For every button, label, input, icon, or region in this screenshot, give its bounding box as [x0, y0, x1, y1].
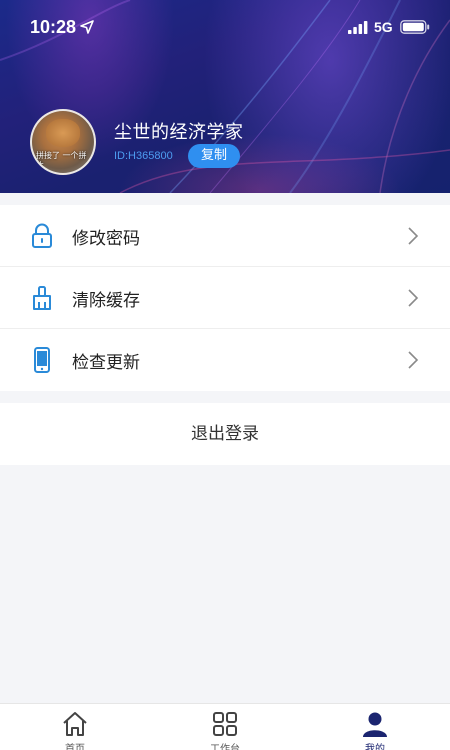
tab-mine[interactable]: 我的	[300, 704, 450, 750]
avatar[interactable]: 拼接了 一个拼片	[30, 109, 96, 175]
menu-item-label: 检查更新	[72, 353, 140, 373]
menu-item-label: 清除缓存	[72, 291, 140, 311]
chevron-right-icon	[408, 351, 419, 369]
chevron-right-icon	[408, 289, 419, 307]
avatar-caption: 拼接了 一个拼片	[36, 151, 87, 170]
phone-icon	[34, 347, 50, 373]
copy-id-button[interactable]: 复制	[188, 144, 240, 168]
grid-icon	[213, 712, 237, 736]
tab-label: 首页	[65, 744, 85, 750]
menu-item-label: 修改密码	[72, 229, 140, 249]
chevron-right-icon	[408, 227, 419, 245]
user-icon	[363, 712, 387, 737]
tab-label: 我的	[365, 744, 385, 750]
menu-item-check-update[interactable]: 检查更新	[0, 329, 450, 391]
battery-icon	[400, 20, 430, 34]
signal-icon	[348, 21, 368, 34]
bottom-tab-bar: 首页 工作台 我的	[0, 703, 450, 750]
location-arrow-icon	[80, 20, 94, 34]
status-time: 10:28	[30, 17, 77, 37]
status-bar: 10:28 5G	[0, 0, 450, 56]
brush-icon	[33, 286, 51, 310]
network-type: 5G	[374, 19, 393, 35]
user-id: ID:H365800	[114, 150, 173, 162]
settings-menu: 修改密码 清除缓存 检查更新	[0, 205, 450, 391]
profile-header: 10:28 5G 拼接了 一个拼片 尘世的经济学家 ID:H365800 复制	[0, 0, 450, 193]
tab-home[interactable]: 首页	[0, 704, 150, 750]
tab-label: 工作台	[210, 744, 240, 750]
menu-item-clear-cache[interactable]: 清除缓存	[0, 267, 450, 329]
username: 尘世的经济学家	[114, 122, 244, 143]
tab-workbench[interactable]: 工作台	[150, 704, 300, 750]
avatar-cat-image	[46, 119, 80, 147]
menu-item-change-password[interactable]: 修改密码	[0, 205, 450, 267]
logout-button[interactable]: 退出登录	[0, 403, 450, 465]
home-icon	[63, 712, 87, 736]
lock-icon	[32, 223, 52, 248]
